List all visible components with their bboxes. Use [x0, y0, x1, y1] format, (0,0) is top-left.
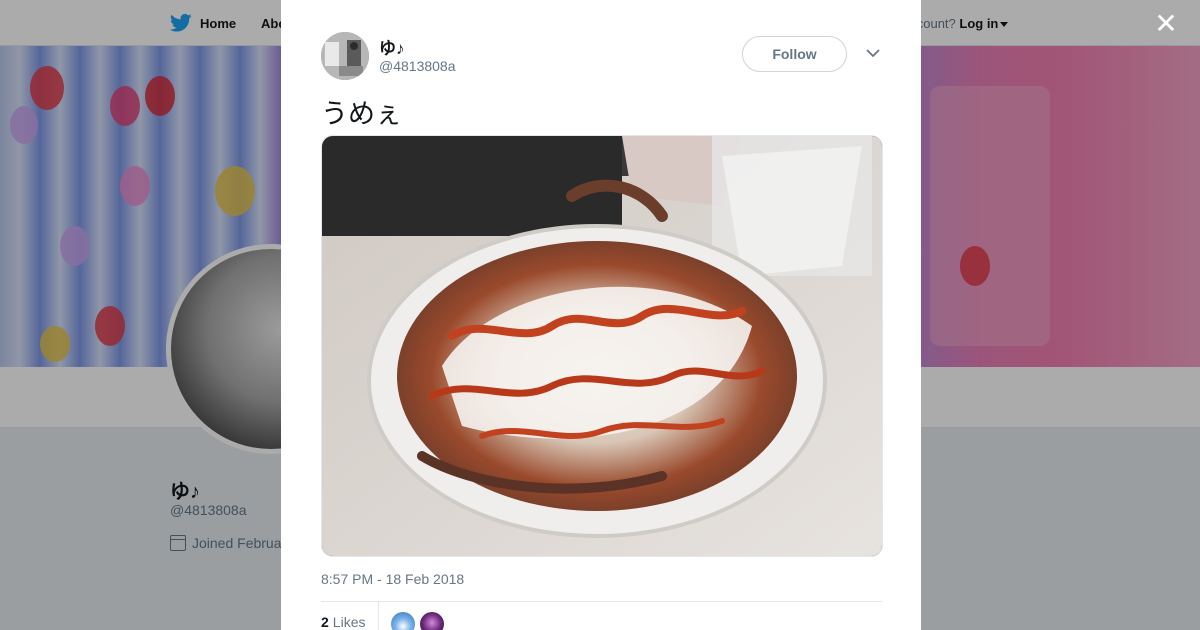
tweet-text: うめぇ	[321, 99, 402, 130]
likers-avatars	[391, 602, 445, 630]
likes-stat[interactable]: 2 Likes	[321, 602, 380, 630]
author-handle[interactable]: @4813808a	[379, 58, 456, 74]
close-icon[interactable]: ✕	[1154, 10, 1178, 38]
tweet-modal: ゆ♪ @4813808a Follow うめぇ 8:57 PM - 18 Feb…	[281, 0, 921, 630]
likes-count: 2	[321, 614, 329, 630]
author-avatar[interactable]	[321, 32, 369, 80]
avatar-photo	[321, 32, 369, 80]
tweet-timestamp[interactable]: 8:57 PM - 18 Feb 2018	[321, 571, 464, 587]
tweet-stats: 2 Likes	[321, 602, 882, 630]
follow-button[interactable]: Follow	[742, 36, 847, 72]
author-name[interactable]: ゆ♪	[379, 34, 405, 59]
tweet-photo[interactable]	[321, 135, 883, 557]
chevron-down-icon[interactable]	[864, 44, 882, 62]
likes-label: Likes	[332, 614, 366, 630]
liker-avatar[interactable]	[391, 612, 416, 630]
liker-avatar[interactable]	[420, 612, 445, 630]
food-bowl-image	[322, 136, 882, 556]
